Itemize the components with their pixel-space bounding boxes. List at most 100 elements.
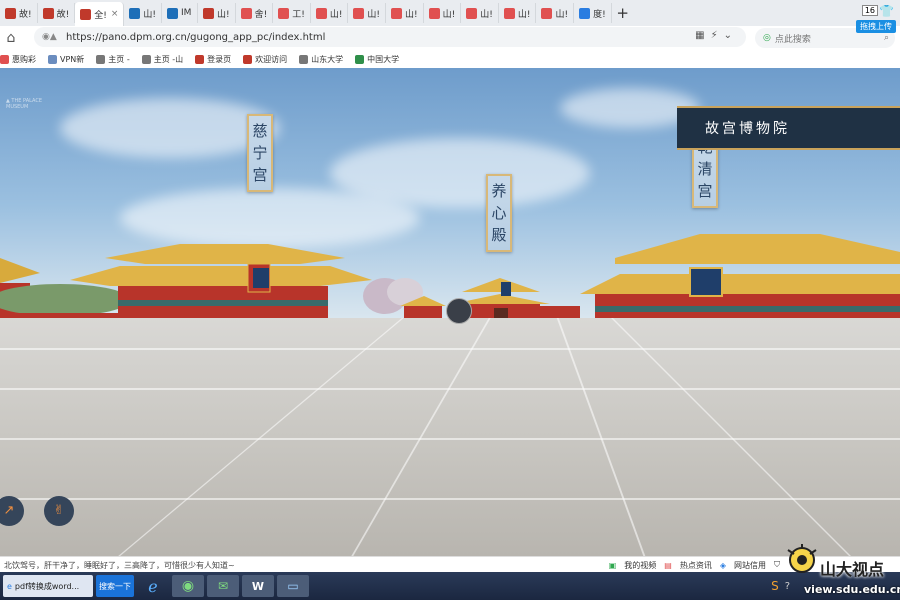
bookmark-item[interactable]: 惠购彩	[0, 54, 36, 65]
tab-favicon-icon	[466, 7, 478, 19]
tray-s-icon[interactable]: S	[771, 579, 779, 593]
new-tab-button[interactable]: +	[612, 4, 634, 22]
status-item-news[interactable]: 热点资讯	[680, 560, 712, 571]
url-field[interactable]: ◉▲ https://pano.dpm.org.cn/gugong_app_pc…	[34, 27, 746, 47]
browser-tab[interactable]: 舍!	[236, 3, 274, 23]
search-icon: ◎	[763, 33, 771, 43]
browser-tab[interactable]: 度!	[574, 3, 612, 23]
browser-tab[interactable]: 山!	[386, 3, 424, 23]
bookmark-icon	[195, 54, 205, 64]
tab-favicon-icon	[315, 7, 327, 19]
browser-tab[interactable]: 山!	[424, 3, 462, 23]
search-placeholder: 点此搜索	[774, 34, 811, 45]
status-bar: 北饮驾号，肝干净了，睡眠好了，三高降了，可惜很少有人知道~ ▣ 我的视频 ▤ 热…	[0, 556, 900, 573]
tab-label: 故!	[56, 9, 70, 20]
bookmark-item[interactable]: VPN新	[48, 54, 84, 65]
word-icon[interactable]: W	[242, 575, 274, 597]
bookmark-label: 欢迎访问	[255, 54, 288, 64]
bookmark-label: 惠购彩	[12, 54, 36, 64]
shirt-icon[interactable]: 👕	[879, 4, 894, 18]
bookmark-item[interactable]: 主页 -	[96, 54, 130, 65]
tab-favicon-icon	[42, 7, 54, 19]
banner-yangxin-hall[interactable]: 养 心 殿	[486, 174, 512, 252]
guide-button[interactable]: ✌	[44, 496, 74, 526]
watermark-url: view.sdu.edu.cn	[804, 583, 900, 596]
status-item-credit[interactable]: 网站信用	[734, 560, 766, 571]
compass-icon[interactable]	[446, 298, 472, 324]
stone-plaza	[0, 318, 900, 556]
bookmark-icon	[299, 54, 309, 64]
search-go-icon[interactable]: ⌕	[884, 33, 889, 43]
bookmark-label: 主页 -	[108, 54, 130, 64]
bookmark-item[interactable]: 欢迎访问	[243, 54, 287, 65]
shield-icon[interactable]: ⛉	[774, 560, 780, 570]
bookmark-label: 登录页	[207, 54, 232, 64]
tab-favicon-icon	[353, 7, 365, 19]
screen-icon[interactable]: ▭	[277, 575, 309, 597]
tab-label: 度!	[593, 9, 606, 20]
tab-favicon-icon	[278, 7, 290, 19]
taskbar-pdf-window[interactable]: e pdf转换成word...	[3, 575, 93, 597]
browser-tab[interactable]: 山!	[348, 3, 387, 23]
security-icon[interactable]: ◉▲	[42, 32, 66, 42]
browser-tab[interactable]: 故!	[38, 3, 76, 23]
bookmark-bar: 惠购彩 VPN新 主页 - 主页 -山 登录页 欢迎访问 山东大学 中国大学	[0, 50, 900, 69]
tab-favicon-icon	[129, 7, 141, 19]
bookmark-label: 主页 -山	[153, 54, 184, 64]
bookmark-label: VPN新	[60, 54, 85, 64]
url-actions-icon[interactable]: ▦⚡⌄	[695, 30, 738, 41]
tab-label: IM	[180, 8, 192, 18]
watermark: 山大视点 view.sdu.edu.cn	[784, 536, 900, 600]
360-browser-icon[interactable]: ◉	[172, 575, 204, 597]
bookmark-item[interactable]: 登录页	[195, 54, 231, 65]
tab-favicon-icon	[428, 7, 440, 19]
ie-icon: e	[7, 581, 12, 591]
browser-tab[interactable]: 山!	[124, 3, 162, 23]
taskbar-search-button[interactable]: 搜索一下	[96, 575, 134, 597]
drag-upload-badge[interactable]: 拖拽上传	[856, 20, 896, 33]
tab-label: 山!	[442, 9, 456, 20]
browser-tab[interactable]: 山!	[198, 3, 236, 23]
tab-favicon-icon	[391, 7, 403, 19]
tab-favicon-icon	[240, 7, 252, 19]
bookmark-icon	[48, 54, 57, 64]
news-icon: ▤	[664, 560, 672, 570]
tab-label: 山!	[143, 9, 156, 20]
browser-tab[interactable]: IM	[162, 3, 198, 23]
tab-label: 全!	[94, 10, 107, 21]
bookmark-icon	[96, 54, 106, 64]
bookmark-icon	[355, 54, 365, 64]
credit-icon: ◈	[719, 560, 726, 570]
tab-counter[interactable]: 16	[861, 5, 878, 16]
news-ticker[interactable]: 北饮驾号，肝干净了，睡眠好了，三高降了，可惜很少有人知道~	[4, 560, 235, 571]
address-bar: ⌂ ◉▲ https://pano.dpm.org.cn/gugong_app_…	[0, 20, 900, 50]
banner-cining-palace[interactable]: 慈 宁 宫	[247, 114, 273, 192]
tab-favicon-icon	[5, 7, 16, 19]
ie-browser-icon[interactable]: ℯ	[137, 575, 169, 597]
bookmark-label: 中国大学	[367, 54, 400, 64]
browser-tab[interactable]: 故!	[0, 3, 38, 23]
watermark-text: 山大视点	[820, 560, 885, 579]
bookmark-item[interactable]: 中国大学	[355, 54, 399, 65]
museum-logo: ▲ THE PALACE MUSEUM	[6, 98, 42, 110]
tab-label: 舍!	[254, 9, 268, 20]
browser-tab[interactable]: 山!	[536, 3, 575, 23]
browser-tab[interactable]: 山!	[311, 3, 349, 23]
status-item-video[interactable]: 我的视频	[624, 560, 656, 571]
panorama-view[interactable]: ▲ THE PALACEMUSEUM 慈 宁 宫 养 心 殿 乾 清 宫 故宫博…	[0, 68, 900, 556]
browser-tab[interactable]: 全! ×	[75, 2, 125, 26]
bookmark-icon	[0, 54, 9, 64]
video-icon: ▣	[608, 560, 617, 570]
home-icon[interactable]: ⌂	[0, 30, 22, 46]
bookmark-item[interactable]: 主页 -山	[141, 54, 184, 65]
url-text[interactable]: https://pano.dpm.org.cn/gugong_app_pc/in…	[66, 32, 325, 43]
tab-favicon-icon	[202, 7, 214, 19]
tab-favicon-icon	[80, 8, 92, 20]
close-tab-icon[interactable]: ×	[111, 9, 119, 19]
browser-tab[interactable]: 工!	[273, 3, 311, 23]
tab-label: 山!	[405, 9, 418, 20]
bookmark-item[interactable]: 山东大学	[299, 54, 343, 65]
browser-tab[interactable]: 山!	[499, 3, 537, 23]
browser-tab[interactable]: 山!	[461, 3, 499, 23]
wechat-icon[interactable]: ✉	[207, 575, 239, 597]
